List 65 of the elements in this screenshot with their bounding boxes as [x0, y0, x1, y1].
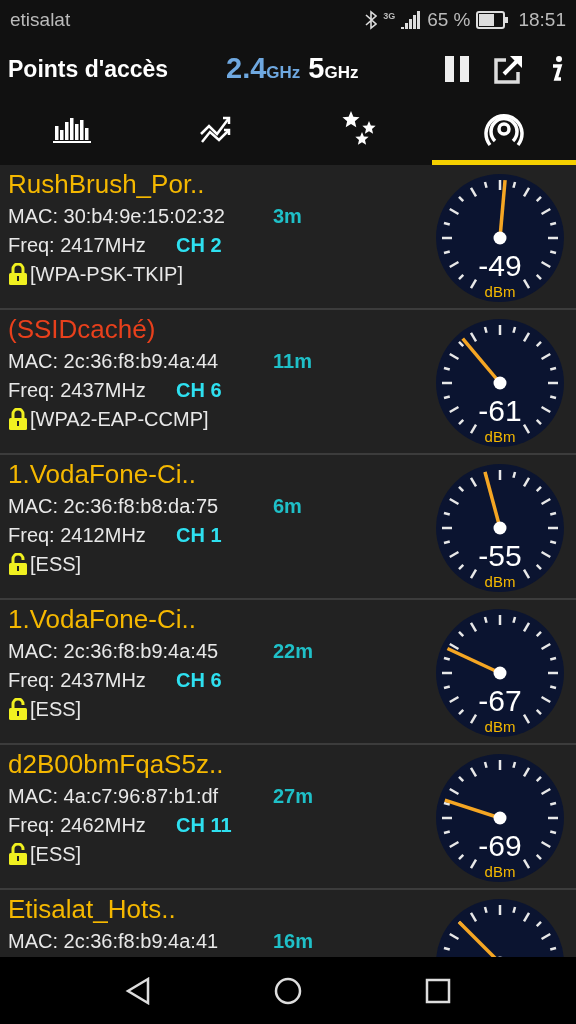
- share-icon[interactable]: [494, 54, 524, 84]
- network-name: d2B00bmFqaS5z..: [8, 749, 225, 779]
- hotspot-icon: [484, 111, 524, 147]
- frequency: Freq: 2437MHz: [8, 378, 147, 402]
- network-name: 1.VodaFone-Ci..: [8, 604, 197, 634]
- carrier-name: etisalat: [10, 7, 71, 32]
- signal-icon: [401, 11, 422, 29]
- channel: CH 11: [176, 813, 232, 837]
- signal-reading: -69: [478, 829, 522, 862]
- frequency: Freq: 2462MHz: [8, 813, 147, 837]
- signal-reading: -55: [478, 539, 522, 572]
- gauge-needle: [444, 798, 507, 825]
- network-type: 3G: [383, 9, 396, 23]
- security-type: [ESS]: [30, 842, 82, 866]
- frequency: Freq: 2437MHz: [8, 668, 147, 692]
- network-name: 1.VodaFone-Ci..: [8, 459, 197, 489]
- distance: 3m: [273, 204, 302, 228]
- gauge-needle: [483, 471, 507, 535]
- unit-label: dBm: [484, 428, 516, 445]
- band-toggle[interactable]: 2.4GHz: [226, 47, 301, 91]
- channel: CH 6: [176, 668, 222, 692]
- signal-reading: -67: [478, 684, 522, 717]
- back-icon[interactable]: [125, 976, 152, 1005]
- band-toggle[interactable]: 5GHz: [308, 47, 359, 91]
- security-type: [WPA-PSK-TKIP]: [30, 262, 183, 286]
- security-type: [ESS]: [30, 552, 82, 576]
- recents-icon[interactable]: [424, 977, 451, 1004]
- trend-arrows-icon: [199, 114, 233, 144]
- channel: CH 6: [176, 378, 222, 402]
- security-type: [ESS]: [30, 697, 82, 721]
- mac-address: MAC: 2c:36:f8:b9:4a:44: [8, 349, 220, 373]
- distance: 6m: [273, 494, 302, 518]
- security-type: [WPA2-EAP-CCMP]: [30, 407, 209, 431]
- unit-label: dBm: [484, 863, 516, 880]
- mac-address: MAC: 2c:36:f8:b9:4a:45: [8, 639, 220, 663]
- distance: 22m: [273, 639, 314, 663]
- channel: CH 2: [176, 233, 222, 257]
- distance: 27m: [273, 784, 314, 808]
- distance: 16m: [273, 929, 314, 953]
- network-name: (SSIDcaché): [8, 314, 157, 344]
- unit-label: dBm: [484, 283, 516, 300]
- channel: CH 1: [176, 523, 222, 547]
- unit-label: dBm: [484, 718, 516, 735]
- network-name: Etisalat_Hots..: [8, 894, 177, 924]
- mac-address: MAC: 2c:36:f8:b8:da:75: [8, 494, 220, 518]
- frequency: Freq: 2412MHz: [8, 523, 147, 547]
- battery-percent: 65 %: [427, 7, 471, 32]
- distance: 11m: [273, 349, 312, 373]
- bluetooth-icon: [365, 10, 378, 30]
- mac-address: MAC: 2c:36:f8:b9:4a:41: [8, 929, 220, 953]
- pause-icon[interactable]: [444, 55, 470, 83]
- gauge-needle: [493, 180, 507, 245]
- unit-label: dBm: [484, 573, 516, 590]
- signal-reading: -61: [478, 394, 522, 427]
- clock: 18:51: [518, 7, 566, 32]
- mac-address: MAC: 30:b4:9e:15:02:32: [8, 204, 226, 228]
- frequency: Freq: 2417MHz: [8, 233, 147, 257]
- signal-reading: -49: [478, 249, 522, 282]
- network-name: RushBrush_Por..: [8, 169, 206, 199]
- gauge-needle: [461, 337, 507, 390]
- gauge-needle: [446, 646, 507, 680]
- screen-title: Points d'accès: [8, 54, 170, 84]
- home-icon[interactable]: [274, 976, 302, 1005]
- mac-address: MAC: 4a:c7:96:87:b1:df: [8, 784, 220, 808]
- battery-icon: [476, 11, 509, 29]
